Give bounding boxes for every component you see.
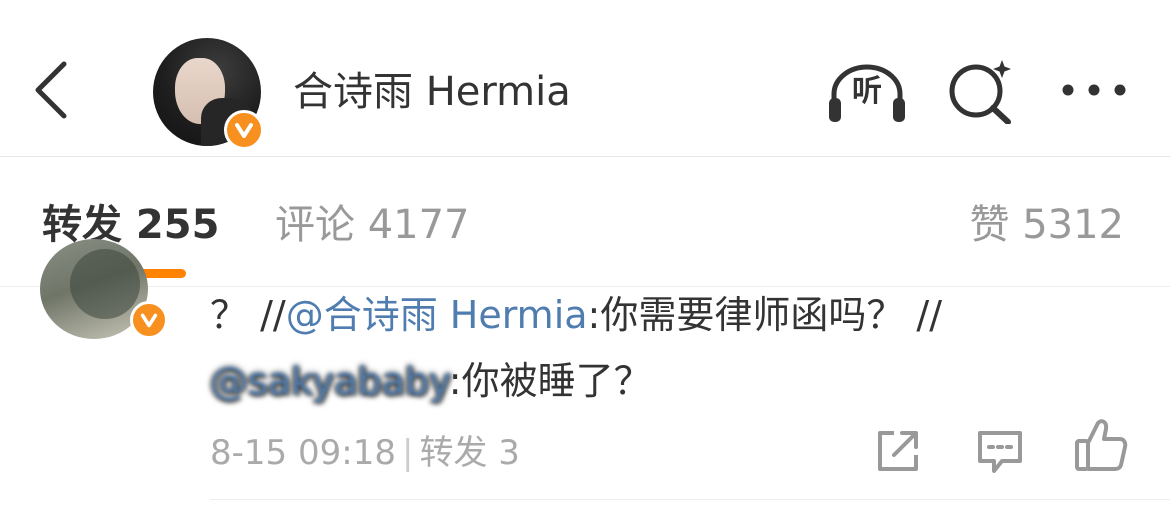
share-icon xyxy=(878,431,918,471)
search-icon xyxy=(949,60,1011,125)
timestamp: 8-15 09:18 xyxy=(210,433,396,473)
thumbs-up-icon xyxy=(1075,419,1128,471)
repost-text: :你被睡了？ xyxy=(448,359,652,403)
list-item: ？ //@合诗雨 Hermia:你需要律师函吗？ // @sakyababy:你… xyxy=(0,239,1170,520)
repost-count: 转发 3 xyxy=(419,433,520,473)
listen-label: 听 xyxy=(852,74,882,109)
like-button[interactable] xyxy=(1074,417,1128,473)
repost-text-line-1: ？ //@合诗雨 Hermia:你需要律师函吗？ // xyxy=(210,289,942,341)
avatar-shade xyxy=(70,249,140,319)
tab-repost[interactable]: 转发 255 xyxy=(42,201,219,249)
back-icon xyxy=(35,61,67,119)
more-icon xyxy=(1062,84,1126,96)
post-meta: 8-15 09:18 | 转发 3 xyxy=(210,431,520,475)
repost-text-line-2: @sakyababy:你被睡了？ xyxy=(210,355,652,407)
share-button[interactable] xyxy=(874,427,922,475)
divider xyxy=(210,499,1170,500)
comment-icon xyxy=(978,431,1022,473)
tab-like[interactable]: 赞 5312 xyxy=(969,201,1124,249)
more-button[interactable] xyxy=(1058,74,1130,106)
mention-link-redacted[interactable]: @sakyababy xyxy=(210,359,449,403)
tab-comment[interactable]: 评论 4177 xyxy=(275,201,470,249)
comment-button[interactable] xyxy=(976,427,1024,475)
verified-badge-icon xyxy=(224,110,264,150)
search-button[interactable] xyxy=(946,58,1016,125)
back-button[interactable] xyxy=(28,58,78,122)
repost-prefix: ？ // xyxy=(210,293,286,337)
mention-link[interactable]: @合诗雨 Hermia xyxy=(286,293,588,337)
top-bar: 合诗雨 Hermia 听 xyxy=(0,0,1170,157)
listen-button[interactable]: 听 xyxy=(826,64,908,124)
page-title[interactable]: 合诗雨 Hermia xyxy=(293,68,571,116)
repost-text: :你需要律师函吗？ // xyxy=(587,293,943,337)
verified-badge-icon xyxy=(130,301,168,339)
meta-separator: | xyxy=(401,433,414,473)
tab-bar: 转发 255 评论 4177 赞 5312 xyxy=(0,157,1170,287)
